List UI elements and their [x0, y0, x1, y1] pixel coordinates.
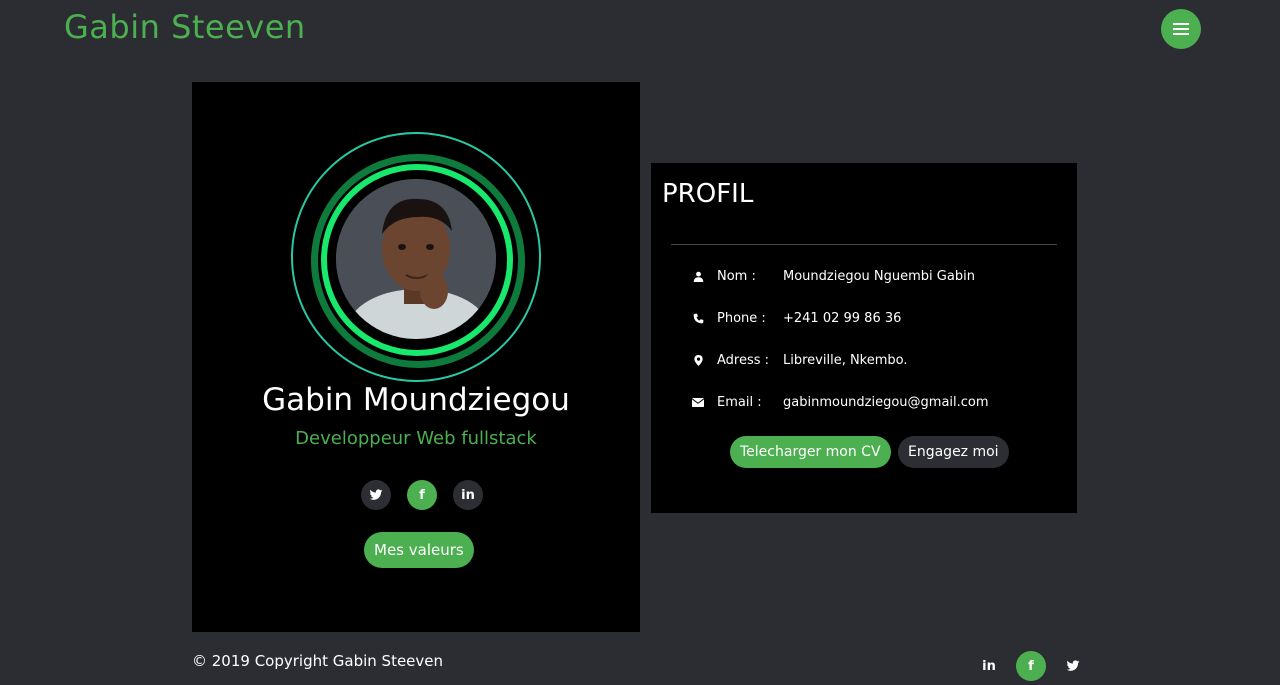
- map-marker-icon: [691, 355, 705, 366]
- phone-icon: [691, 313, 705, 324]
- footer-socials: in f: [974, 651, 1088, 681]
- row-label: Nom :: [717, 269, 756, 284]
- profil-card: PROFIL Nom : Moundziegou Nguembi Gabin P…: [651, 163, 1077, 513]
- profil-title: PROFIL: [662, 179, 754, 209]
- envelope-icon: [691, 398, 705, 407]
- facebook-icon[interactable]: f: [1016, 651, 1046, 681]
- menu-button[interactable]: [1161, 9, 1201, 49]
- profile-name: Gabin Moundziegou: [262, 382, 570, 418]
- twitter-icon[interactable]: [361, 480, 391, 510]
- brand-title[interactable]: Gabin Steeven: [64, 8, 306, 46]
- user-icon: [691, 271, 705, 282]
- linkedin-icon[interactable]: in: [453, 480, 483, 510]
- values-button[interactable]: Mes valeurs: [364, 532, 474, 568]
- divider: [671, 244, 1057, 245]
- twitter-icon[interactable]: [1058, 651, 1088, 681]
- profile-photo: [336, 179, 496, 339]
- profile-card: Gabin Moundziegou Developpeur Web fullst…: [192, 82, 640, 632]
- row-label: Phone :: [717, 311, 766, 326]
- profile-role: Developpeur Web fullstack: [295, 428, 537, 449]
- row-value: Libreville, Nkembo.: [783, 353, 908, 368]
- hamburger-menu-icon: [1173, 23, 1189, 35]
- avatar: [291, 132, 541, 382]
- row-name: Nom : Moundziegou Nguembi Gabin: [691, 269, 975, 284]
- row-value: gabinmoundziegou@gmail.com: [783, 395, 989, 410]
- row-email: Email : gabinmoundziegou@gmail.com: [691, 395, 989, 410]
- row-address: Adress : Libreville, Nkembo.: [691, 353, 908, 368]
- row-label: Adress :: [717, 353, 770, 368]
- copyright: © 2019 Copyright Gabin Steeven: [192, 652, 444, 670]
- row-phone: Phone : +241 02 99 86 36: [691, 311, 901, 326]
- row-value: +241 02 99 86 36: [783, 311, 902, 326]
- linkedin-icon[interactable]: in: [974, 651, 1004, 681]
- profile-socials: f in: [361, 480, 483, 510]
- row-label: Email :: [717, 395, 762, 410]
- row-value: Moundziegou Nguembi Gabin: [783, 269, 975, 284]
- hire-me-button[interactable]: Engagez moi: [898, 436, 1009, 468]
- download-cv-button[interactable]: Telecharger mon CV: [730, 436, 891, 468]
- facebook-icon[interactable]: f: [407, 480, 437, 510]
